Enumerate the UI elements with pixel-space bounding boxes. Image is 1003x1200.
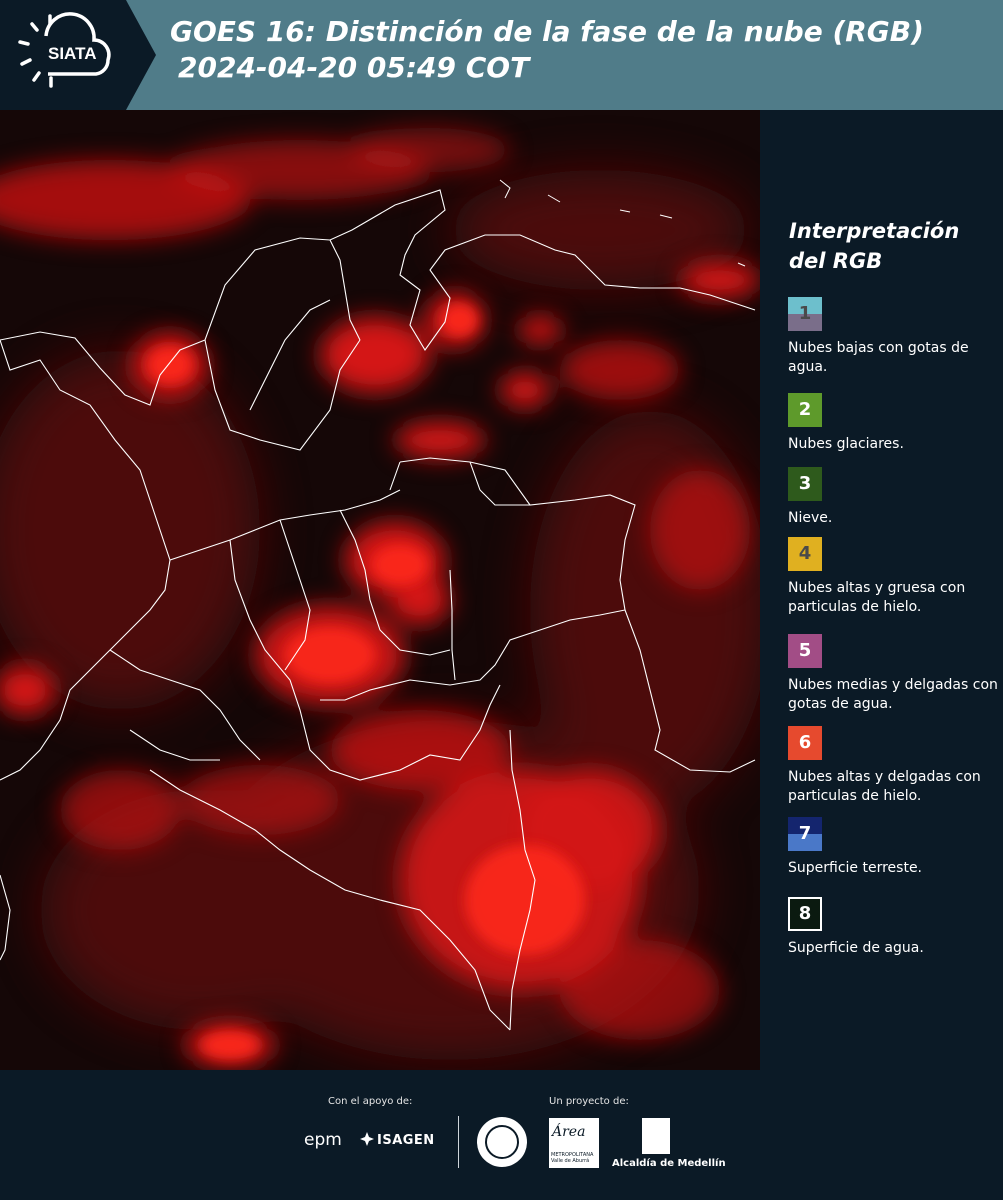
legend-swatch-number: 6	[798, 732, 812, 753]
legend-swatch: 8	[788, 897, 822, 931]
satellite-map	[0, 110, 760, 1070]
isagen-mark-icon	[360, 1132, 374, 1146]
area-logo-subtext: METROPOLITANA Valle de Aburrá	[551, 1152, 594, 1164]
legend-item: 3 Nieve.	[788, 467, 1000, 528]
area-logo-text: Área	[552, 1124, 586, 1140]
legend-swatch: 4	[788, 537, 822, 571]
project-label: Un proyecto de:	[549, 1096, 629, 1107]
legend-swatch: 1	[788, 297, 822, 331]
legend-item-label: Nubes altas y gruesa con particulas de h…	[788, 580, 966, 615]
legend-item: 8 Superficie de agua.	[788, 897, 1000, 958]
legend-swatch: 5	[788, 634, 822, 668]
legend-item-label: Nieve.	[788, 510, 833, 526]
page-title: GOES 16: Distinción de la fase de la nub…	[170, 14, 924, 86]
legend-swatch: 6	[788, 726, 822, 760]
legend-swatch: 2	[788, 393, 822, 427]
support-label: Con el apoyo de:	[328, 1096, 413, 1107]
legend-item: 5 Nubes medias y delgadas con gotas de ag…	[788, 634, 1000, 714]
legend-item: 4 Nubes altas y gruesa con particulas de …	[788, 537, 1000, 617]
legend-item-label: Superficie terreste.	[788, 860, 923, 876]
isagen-logo: ISAGEN	[360, 1132, 435, 1148]
legend-swatch: 3	[788, 467, 822, 501]
legend-item: 2 Nubes glaciares.	[788, 393, 1000, 454]
legend-item-label: Nubes bajas con gotas de agua.	[788, 340, 969, 375]
siata-logo-text: SIATA	[48, 44, 97, 63]
legend-item-label: Superficie de agua.	[788, 940, 924, 956]
alcaldia-shield-icon	[642, 1118, 670, 1154]
legend-swatch-number: 7	[798, 823, 812, 844]
epm-logo-text: epm	[304, 1130, 342, 1150]
footer-divider	[458, 1116, 459, 1168]
legend-swatch-number: 2	[798, 399, 812, 420]
area-metropolitana-logo: Área METROPOLITANA Valle de Aburrá	[549, 1118, 599, 1168]
siata-logo: SIATA	[0, 0, 160, 110]
epm-logo: epm	[304, 1130, 342, 1150]
legend-swatch-number: 8	[798, 903, 812, 924]
header: SIATA GOES 16: Distinción de la fase de …	[0, 0, 1003, 110]
legend-item: 7 Superficie terreste.	[788, 817, 1000, 878]
legend-item-label: Nubes altas y delgadas con particulas de…	[788, 769, 981, 804]
legend-swatch-number: 1	[798, 303, 812, 324]
legend-item-label: Nubes glaciares.	[788, 436, 904, 452]
legend-panel: Interpretación del RGB 1 Nubes bajas con …	[760, 110, 1003, 1070]
title-datetime: 2024-04-20 05:49 COT	[178, 51, 530, 84]
legend-item: 6 Nubes altas y delgadas con particulas d…	[788, 726, 1000, 806]
legend-item-label: Nubes medias y delgadas con gotas de agu…	[788, 677, 998, 712]
title-product: GOES 16: Distinción de la fase de la nub…	[170, 15, 924, 48]
legend-swatch-number: 4	[798, 543, 812, 564]
legend-title: Interpretación del RGB	[789, 219, 960, 273]
legend-swatch: 7	[788, 817, 822, 851]
antioquia-seal	[477, 1117, 527, 1167]
legend-swatch-number: 5	[798, 640, 812, 661]
footer: Con el apoyo de: Un proyecto de: epm ISA…	[0, 1070, 1003, 1200]
alcaldia-text: Alcaldía de Medellín	[612, 1158, 726, 1169]
isagen-logo-text: ISAGEN	[377, 1133, 435, 1148]
legend-item: 1 Nubes bajas con gotas de agua.	[788, 297, 1000, 377]
legend-swatch-number: 3	[798, 473, 812, 494]
